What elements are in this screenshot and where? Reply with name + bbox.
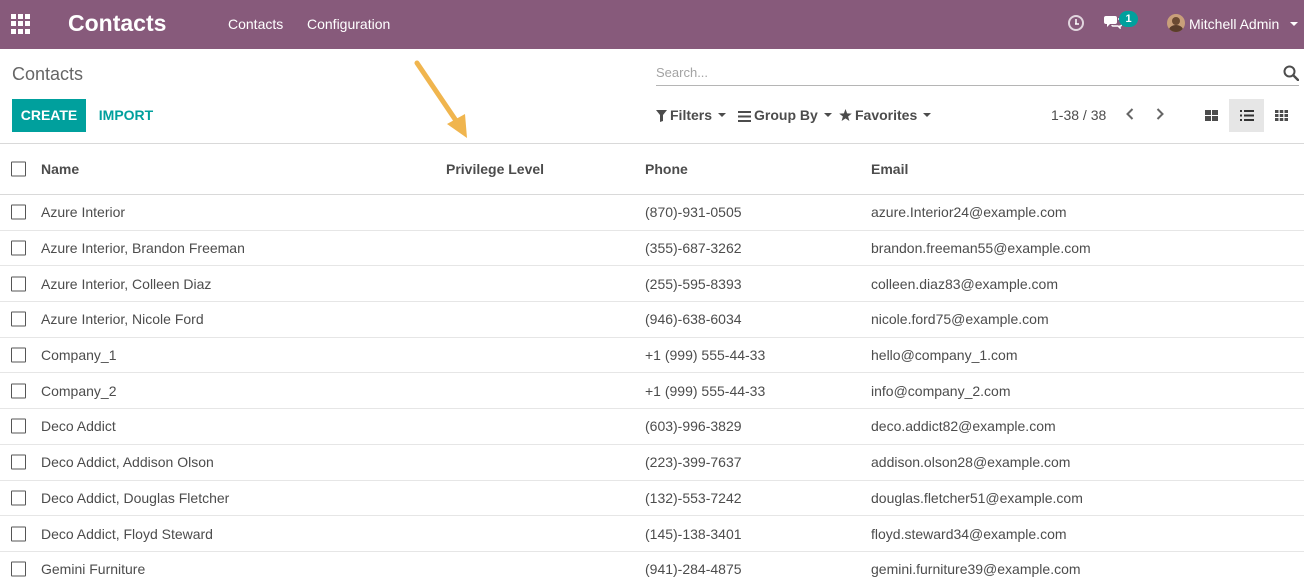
cell-phone: (223)-399-7637 [645,454,742,471]
table-row[interactable]: Company_2 +1 (999) 555-44-33 info@company_… [0,373,1304,410]
cell-name: Company_1 [41,347,117,364]
table-row[interactable]: Azure Interior, Colleen Diaz (255)-595-83… [0,266,1304,303]
row-checkbox[interactable] [11,561,26,577]
search-icon[interactable] [1283,65,1299,81]
annotation-arrow-icon [414,60,467,138]
table-row[interactable]: Deco Addict, Douglas Fletcher (132)-553-7… [0,481,1304,517]
user-dropdown-caret-icon[interactable] [1290,22,1298,26]
favorites-star-icon [839,109,852,121]
cell-phone: (145)-138-3401 [645,525,742,542]
cell-name: Deco Addict, Douglas Fletcher [41,489,230,506]
cell-name: Azure Interior, Brandon Freeman [41,240,245,257]
cell-phone: (255)-595-8393 [645,275,742,292]
table-row[interactable]: Deco Addict, Addison Olson (223)-399-7637… [0,445,1304,481]
user-avatar[interactable] [1167,14,1185,32]
row-checkbox[interactable] [11,383,26,399]
cell-email: azure.Interior24@example.com [871,204,1067,221]
messages-count-badge: 1 [1119,11,1138,27]
apps-menu-icon[interactable] [11,14,31,34]
cell-email: gemini.furniture39@example.com [871,561,1081,578]
cell-name: Deco Addict, Addison Olson [41,454,214,471]
breadcrumb: Contacts [12,64,84,84]
cell-email: brandon.freeman55@example.com [871,240,1091,257]
cell-email: addison.olson28@example.com [871,454,1071,471]
cell-phone: (132)-553-7242 [645,489,742,506]
cell-phone: (355)-687-3262 [645,240,742,257]
table-row[interactable]: Deco Addict (603)-996-3829 deco.addict82@e… [0,409,1304,445]
table-row[interactable]: Gemini Furniture (941)-284-4875 gemini.fur… [0,552,1304,583]
favorites-label: Favorites [855,107,918,123]
table-header: Name Privilege Level Phone Email [0,144,1304,195]
group-by-caret-icon [823,113,832,117]
list-view-icon[interactable] [1229,99,1264,132]
row-checkbox[interactable] [11,347,26,363]
filters-label: Filters [670,107,713,123]
cell-phone: +1 (999) 555-44-33 [645,382,766,399]
cell-phone: (941)-284-4875 [645,561,742,578]
group-by-label: Group By [754,107,818,123]
cell-email: douglas.fletcher51@example.com [871,489,1083,506]
table-body: Azure Interior (870)-931-0505 azure.Interi… [0,195,1304,583]
top-navbar: Contacts Contacts Configuration 1 Mitche… [0,0,1304,49]
table-row[interactable]: Azure Interior (870)-931-0505 azure.Interi… [0,195,1304,231]
cell-name: Company_2 [41,382,117,399]
user-menu[interactable]: Mitchell Admin [1189,16,1279,32]
app-title: Contacts [68,10,167,36]
row-checkbox[interactable] [11,240,26,256]
table-row[interactable]: Azure Interior, Nicole Ford (946)-638-603… [0,302,1304,338]
contacts-list: Name Privilege Level Phone Email Azure I… [0,143,1304,583]
create-button[interactable]: CREATE [12,99,86,132]
cell-email: deco.addict82@example.com [871,418,1056,435]
kanban-view-icon[interactable] [1194,99,1229,132]
pager-next-icon[interactable] [1150,104,1170,126]
row-checkbox[interactable] [11,454,26,470]
select-all-checkbox[interactable] [11,161,26,177]
cell-name: Azure Interior, Nicole Ford [41,311,204,328]
activity-clock-icon[interactable] [1068,15,1084,31]
cell-phone: (603)-996-3829 [645,418,742,435]
row-checkbox[interactable] [11,490,26,506]
table-row[interactable]: Company_1 +1 (999) 555-44-33 hello@company… [0,338,1304,374]
filters-button[interactable]: Filters [656,107,727,123]
menu-contacts[interactable]: Contacts [228,16,283,32]
row-checkbox[interactable] [11,276,26,292]
import-button[interactable]: IMPORT [88,99,164,132]
cell-email: nicole.ford75@example.com [871,311,1049,328]
column-header-privilege-level[interactable]: Privilege Level [446,161,544,177]
filters-caret-icon [718,113,727,117]
row-checkbox[interactable] [11,311,26,327]
cell-phone: +1 (999) 555-44-33 [645,347,766,364]
search-input[interactable] [656,62,1276,82]
group-by-button[interactable]: Group By [738,107,832,123]
row-checkbox[interactable] [11,526,26,542]
cell-name: Gemini Furniture [41,561,146,578]
row-checkbox[interactable] [11,204,26,220]
pager-previous-icon[interactable] [1120,104,1140,126]
cell-email: colleen.diaz83@example.com [871,275,1058,292]
cell-phone: (946)-638-6034 [645,311,742,328]
cell-name: Deco Addict [41,418,116,435]
column-header-phone[interactable]: Phone [645,161,688,177]
row-checkbox[interactable] [11,418,26,434]
favorites-caret-icon [923,113,932,117]
cell-email: hello@company_1.com [871,347,1018,364]
table-row[interactable]: Deco Addict, Floyd Steward (145)-138-3401… [0,516,1304,552]
cell-name: Deco Addict, Floyd Steward [41,525,213,542]
cell-email: floyd.steward34@example.com [871,525,1067,542]
cell-phone: (870)-931-0505 [645,204,742,221]
cell-name: Azure Interior [41,204,126,221]
grid-view-icon[interactable] [1264,99,1299,132]
column-header-name[interactable]: Name [41,161,79,177]
pager-value[interactable]: 1-38 / 38 [1051,107,1106,123]
cell-email: info@company_2.com [871,382,1011,399]
menu-configuration[interactable]: Configuration [307,16,390,32]
table-row[interactable]: Azure Interior, Brandon Freeman (355)-687… [0,231,1304,267]
search-bar [656,58,1299,86]
group-by-bars-icon [738,111,751,122]
column-header-email[interactable]: Email [871,161,908,177]
favorites-button[interactable]: Favorites [839,107,932,123]
cell-name: Azure Interior, Colleen Diaz [41,275,212,292]
filter-funnel-icon [656,110,667,122]
